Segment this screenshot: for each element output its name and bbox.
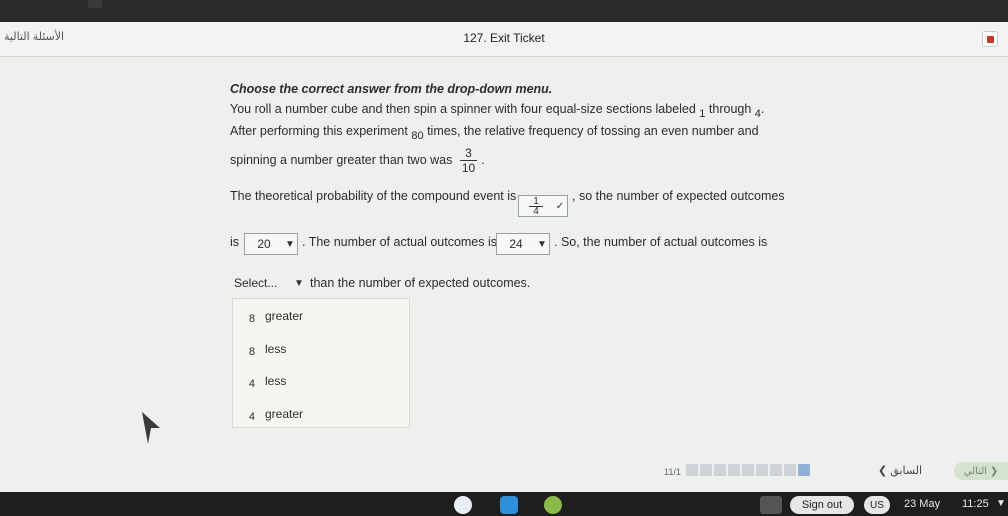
dropdown-fraction-denominator: 4 [533,205,539,217]
option-word: less [265,374,287,388]
option-word: less [265,342,287,356]
dropdown-placeholder: Select... [234,276,278,290]
dropdown-value: 1 4 [519,196,553,217]
option-item[interactable]: 8 greater [233,301,409,331]
next-button[interactable]: التالي ❯ [954,462,1008,480]
flag-icon [986,35,994,43]
progress-segment[interactable] [756,464,768,476]
paragraph-line-5: is [230,235,239,249]
previous-label: السابق [890,465,923,477]
wifi-icon[interactable]: ▼ [996,498,1006,509]
option-item[interactable]: 4 greater [233,399,409,429]
flag-button[interactable] [982,31,998,47]
option-number: 4 [248,378,255,390]
progress-segment[interactable] [784,464,796,476]
period: . [760,102,765,116]
next-label: التالي [963,465,988,477]
number-80: 80 [411,130,424,142]
page-title: 127. Exit Ticket [463,31,545,45]
paragraph-line-3: spinning a number greater than two was 3… [230,146,485,175]
option-number: 4 [248,411,255,423]
line-text: , so the number of expected outcomes [572,189,785,203]
line-text: times, the relative frequency of tossing… [427,124,759,138]
progress-segment[interactable] [700,464,712,476]
option-word: greater [265,407,304,421]
paragraph-line-6: than the number of expected outcomes. [310,276,530,290]
paragraph-line-2: After performing this experiment 80 time… [230,124,759,142]
camera-notch [88,0,102,8]
paragraph-line-5-end: . So, the number of actual outcomes is [554,235,767,249]
keyboard-icon[interactable] [760,496,782,514]
expected-outcomes-dropdown[interactable]: 20 ▼ [244,233,298,255]
dropdown-value: 24 [509,237,523,251]
line-text: spinning a number greater than two was [230,152,453,167]
chevron-down-icon: ▼ [537,238,547,250]
line-text: . The number of actual outcomes is [302,235,498,249]
fraction-numerator: 3 [459,146,478,161]
paragraph-line-4: The theoretical probability of the compo… [230,189,516,203]
previous-button[interactable]: ❮ السابق [878,464,922,477]
paragraph-line-5-mid: . The number of actual outcomes is [302,235,497,249]
relative-frequency-fraction: 3 10 [459,146,478,175]
fraction-denominator: 10 [461,161,476,175]
line-text: than the number of expected outcomes. [310,276,531,290]
screen-bezel [0,0,1008,22]
probability-dropdown[interactable]: 1 4 ✓ [518,195,568,217]
line-text: The theoretical probability of the compo… [230,189,517,203]
time-display[interactable]: 11:25 [962,498,989,510]
option-word: greater [265,309,304,323]
sign-out-button[interactable]: Sign out [790,496,854,514]
comparison-dropdown[interactable]: Select... ▼ [234,272,306,294]
progress-bar [686,464,810,476]
line-text: is [230,235,240,249]
progress-segment[interactable] [770,464,782,476]
option-item[interactable]: 4 less [233,366,409,396]
actual-outcomes-dropdown[interactable]: 24 ▼ [496,233,550,255]
mouse-pointer-icon [142,412,160,444]
comparison-options-list: 8 greater 8 less 4 less 4 greater [232,298,410,428]
number-1: 1 [699,108,706,120]
progress-segment[interactable] [742,464,754,476]
line-text: After performing this experiment [230,124,408,138]
dropdown-value: 20 [257,237,271,251]
chevron-down-icon: ▼ [285,238,295,250]
progress-segment[interactable] [728,464,740,476]
title-bar: الأسئلة التالية 127. Exit Ticket [0,22,1008,57]
paragraph-line-1: You roll a number cube and then spin a s… [230,102,765,120]
chevron-down-icon: ✓ [555,200,565,212]
meet-icon[interactable] [500,496,518,514]
period: . [481,152,485,167]
instruction-text: Choose the correct answer from the drop-… [230,82,553,96]
line-text: through [708,102,752,116]
app-icon[interactable] [544,496,562,514]
number-4: 4 [754,108,761,120]
question-footer: 11/1 ❮ السابق التالي ❯ [0,458,1008,488]
option-item[interactable]: 8 less [233,334,409,364]
page-counter: 11/1 [664,467,681,477]
os-shelf: Sign out US 23 May 11:25 ▼ [0,492,1008,516]
line-text: You roll a number cube and then spin a s… [230,102,696,116]
paragraph-line-4-end: , so the number of expected outcomes [572,189,785,203]
progress-segment-current[interactable] [798,464,810,476]
chevron-down-icon: ▼ [294,277,304,289]
progress-segment[interactable] [686,464,698,476]
option-number: 8 [248,346,255,358]
date-display[interactable]: 23 May [904,498,940,510]
option-number: 8 [248,313,255,325]
dropdown-fraction-numerator: 1 [529,196,543,207]
language-indicator[interactable]: US [864,496,890,514]
chrome-icon[interactable] [454,496,472,514]
line-text: . So, the number of actual outcomes is [554,235,768,249]
progress-segment[interactable] [714,464,726,476]
